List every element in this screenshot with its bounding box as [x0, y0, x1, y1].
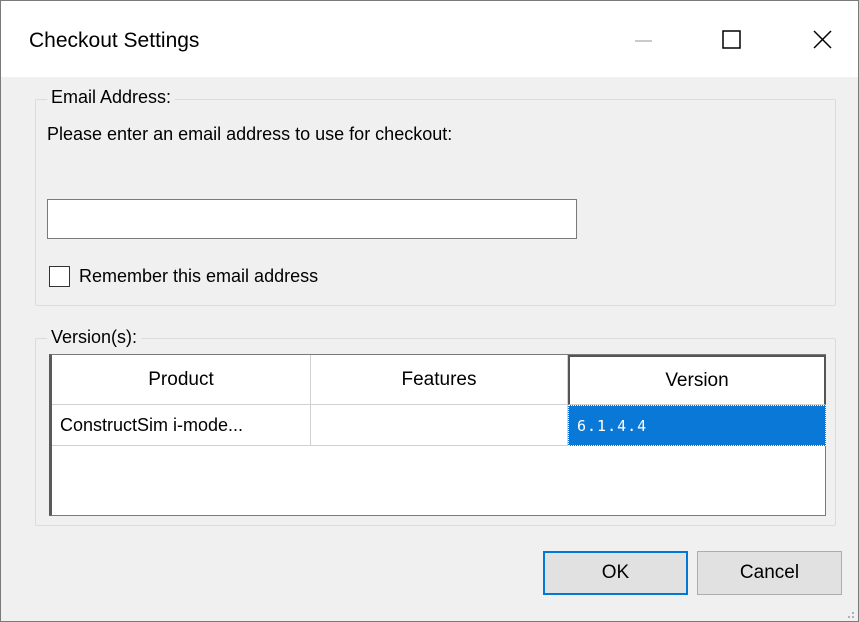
versions-label: Version(s):: [47, 327, 142, 348]
email-address-label: Email Address:: [47, 87, 176, 108]
table-row[interactable]: ConstructSim i-mode... 6.1.4.4: [52, 405, 826, 446]
cell-product[interactable]: ConstructSim i-mode...: [52, 405, 311, 446]
maximize-icon: [722, 30, 741, 49]
email-field[interactable]: [47, 199, 577, 239]
column-header-features[interactable]: Features: [311, 355, 568, 405]
minimize-icon: [635, 40, 652, 42]
maximize-button[interactable]: [693, 1, 769, 77]
close-icon: [813, 30, 832, 49]
cancel-button[interactable]: Cancel: [697, 551, 842, 595]
ok-button[interactable]: OK: [543, 551, 688, 595]
window-title: Checkout Settings: [29, 29, 200, 52]
remember-email-checkbox[interactable]: [49, 266, 70, 287]
resize-grip-icon[interactable]: [841, 605, 857, 621]
minimize-button[interactable]: [605, 1, 681, 77]
column-header-product[interactable]: Product: [52, 355, 311, 405]
checkout-settings-dialog: Checkout Settings Email Address: Please …: [0, 0, 859, 622]
cell-version-selected[interactable]: 6.1.4.4: [568, 405, 826, 446]
email-prompt-text: Please enter an email address to use for…: [47, 124, 453, 144]
cell-features[interactable]: [311, 405, 568, 446]
close-button[interactable]: [782, 1, 858, 77]
grid-header: Product Features Version: [52, 355, 826, 405]
remember-email-label[interactable]: Remember this email address: [79, 266, 318, 287]
title-bar: Checkout Settings: [1, 1, 858, 77]
column-header-version[interactable]: Version: [568, 355, 826, 405]
versions-grid[interactable]: Product Features Version ConstructSim i-…: [49, 354, 826, 516]
